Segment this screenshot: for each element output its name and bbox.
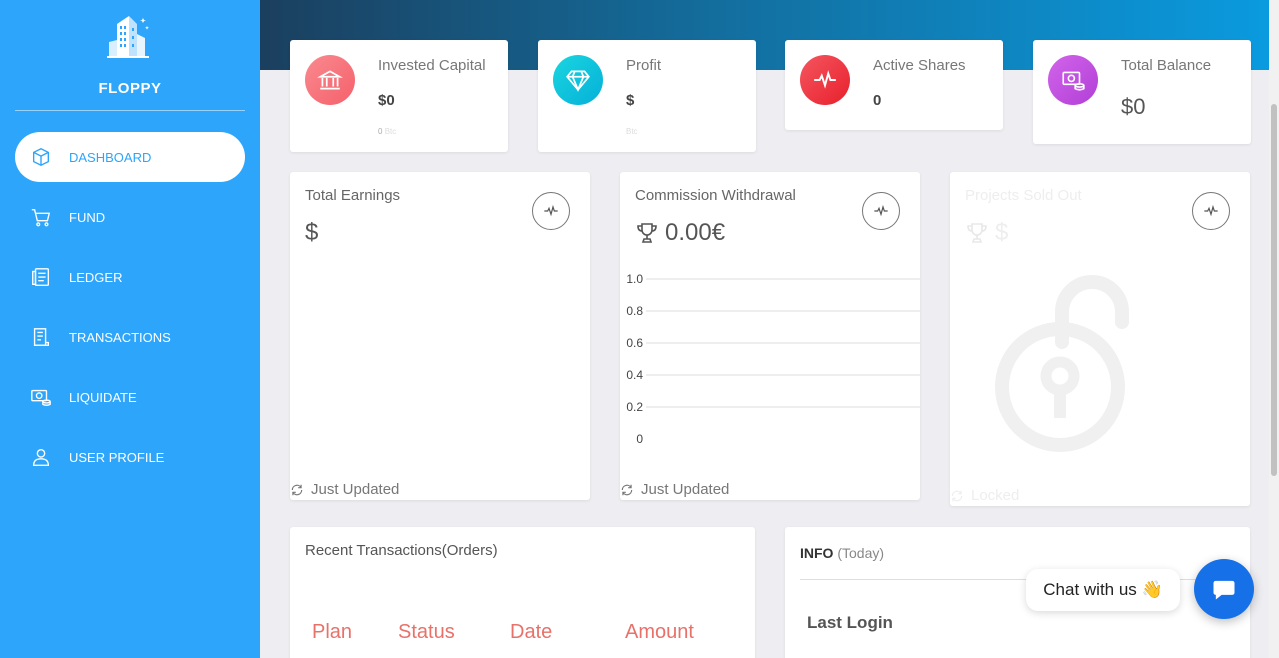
- brand: FLOPPY: [0, 0, 260, 112]
- projects-sold-out-card: Projects Sold Out $ Locked: [950, 172, 1250, 506]
- info-title: INFO (Today): [800, 545, 884, 561]
- sidebar-item-dashboard[interactable]: DASHBOARD: [15, 132, 245, 182]
- user-icon: [29, 445, 53, 469]
- y-tick-label: 0.4: [626, 368, 643, 382]
- sidebar-item-transactions[interactable]: TRANSACTIONS: [15, 312, 245, 362]
- pulse-icon: [800, 55, 850, 105]
- cart-icon: [29, 205, 53, 229]
- sidebar-item-label: LIQUIDATE: [69, 389, 137, 405]
- stat-sub-value: 0: [378, 127, 383, 136]
- y-tick-label: 0.2: [626, 400, 643, 414]
- brand-name: FLOPPY: [98, 80, 162, 97]
- ledger-icon: [29, 265, 53, 289]
- stat-value: $0: [378, 92, 395, 109]
- commission-withdrawal-card: Commission Withdrawal 0.00€ 1.0 0.8 0.6 0.4…: [620, 172, 920, 500]
- pulse-button[interactable]: [1192, 192, 1230, 230]
- card-value-row: 0.00€: [635, 219, 725, 247]
- y-tick-label: 0.6: [626, 336, 643, 350]
- column-header-status: Status: [398, 621, 455, 643]
- diamond-icon: [553, 55, 603, 105]
- card-value-row: $: [965, 219, 1008, 247]
- sidebar-item-label: TRANSACTIONS: [69, 329, 171, 345]
- card-title: Commission Withdrawal: [635, 187, 796, 204]
- sidebar-item-ledger[interactable]: LEDGER: [15, 252, 245, 302]
- pulse-icon: [874, 204, 888, 217]
- stat-sub-unit: Btc: [626, 127, 638, 136]
- chat-launcher-button[interactable]: [1194, 559, 1254, 619]
- stat-value: 0: [873, 92, 882, 109]
- trophy-icon: [637, 223, 657, 243]
- pulse-button[interactable]: [862, 192, 900, 230]
- stat-sub: Btc: [626, 127, 638, 136]
- card-footer-text: Just Updated: [641, 481, 730, 498]
- refresh-icon: [291, 484, 303, 495]
- column-header-amount: Amount: [625, 621, 694, 643]
- card-footer-text: Just Updated: [311, 481, 400, 498]
- card-footer-text: Locked: [971, 487, 1020, 504]
- card-footer: Just Updated: [290, 481, 399, 498]
- stat-title: Invested Capital: [378, 57, 486, 74]
- last-login-label: Last Login: [807, 613, 893, 632]
- stat-card-invested-capital: Invested Capital $0 0 Btc: [290, 40, 508, 152]
- trophy-icon: [967, 223, 987, 243]
- stat-title: Profit: [626, 57, 662, 74]
- chat-label: Chat with us: [1043, 580, 1137, 599]
- pulse-icon: [544, 204, 558, 217]
- sidebar-item-label: LEDGER: [69, 269, 123, 285]
- stat-title: Active Shares: [873, 57, 966, 74]
- stat-value: $0: [1121, 94, 1146, 119]
- unlock-icon: [995, 275, 1129, 452]
- refresh-icon: [951, 490, 963, 501]
- commission-chart: 1.0 0.8 0.6 0.4 0.2 0: [626, 272, 920, 446]
- bank-icon: [305, 55, 355, 105]
- scrollbar-thumb[interactable]: [1271, 104, 1277, 476]
- sidebar-item-liquidate[interactable]: LIQUIDATE: [15, 372, 245, 422]
- sidebar-item-label: DASHBOARD: [69, 149, 152, 165]
- stat-sub-unit: Btc: [384, 127, 397, 136]
- sidebar-item-label: USER PROFILE: [69, 449, 165, 465]
- table-header: Plan Status Date Amount: [312, 621, 694, 644]
- pulse-button[interactable]: [532, 192, 570, 230]
- sidebar-nav: DASHBOARD FUND LEDGER TRANSACTIONS LIQUI…: [15, 132, 245, 492]
- card-value: $: [305, 219, 319, 246]
- y-tick-label: 0: [636, 432, 643, 446]
- recent-title: Recent Transactions(Orders): [305, 542, 498, 559]
- recent-transactions-card: Recent Transactions(Orders) Plan Status …: [290, 527, 755, 658]
- stat-card-active-shares: Active Shares 0: [785, 40, 1003, 130]
- money-icon: [1048, 55, 1098, 105]
- stat-title: Total Balance: [1121, 57, 1212, 74]
- info-card: INFO (Today) Last Login: [785, 527, 1250, 658]
- info-subtitle: (Today): [837, 545, 885, 561]
- box-icon: [29, 145, 53, 169]
- card-value: 0.00€: [665, 219, 726, 246]
- pulse-icon: [1204, 204, 1218, 217]
- divider: [15, 110, 245, 111]
- sidebar-item-user-profile[interactable]: USER PROFILE: [15, 432, 245, 482]
- cash-icon: [29, 385, 53, 409]
- sidebar: FLOPPY DASHBOARD FUND LEDGER TRANSACTION…: [0, 0, 260, 658]
- stat-card-profit: Profit $ Btc: [538, 40, 756, 152]
- sidebar-item-fund[interactable]: FUND: [15, 192, 245, 242]
- y-tick-label: 1.0: [626, 272, 643, 286]
- stat-sub: 0 Btc: [378, 127, 396, 136]
- receipt-icon: [29, 325, 53, 349]
- refresh-icon: [621, 484, 633, 495]
- card-footer: Just Updated: [620, 481, 729, 498]
- stat-card-total-balance: Total Balance $0: [1033, 40, 1251, 144]
- chat-invite-bubble[interactable]: Chat with us 👋: [1026, 569, 1180, 611]
- card-value: $: [995, 219, 1009, 246]
- y-tick-label: 0.8: [626, 304, 643, 318]
- building-logo-icon: [107, 16, 150, 58]
- card-title: Total Earnings: [305, 187, 401, 204]
- card-footer: Locked: [950, 487, 1019, 504]
- info-heading: INFO: [800, 545, 834, 561]
- card-title: Projects Sold Out: [965, 187, 1082, 204]
- wave-emoji: 👋: [1141, 580, 1163, 599]
- column-header-plan: Plan: [312, 621, 353, 643]
- column-header-date: Date: [510, 621, 553, 643]
- stat-value: $: [626, 92, 635, 109]
- total-earnings-card: Total Earnings $ Just Updated: [290, 172, 590, 500]
- sidebar-item-label: FUND: [69, 209, 106, 225]
- chat-icon: [1213, 580, 1235, 600]
